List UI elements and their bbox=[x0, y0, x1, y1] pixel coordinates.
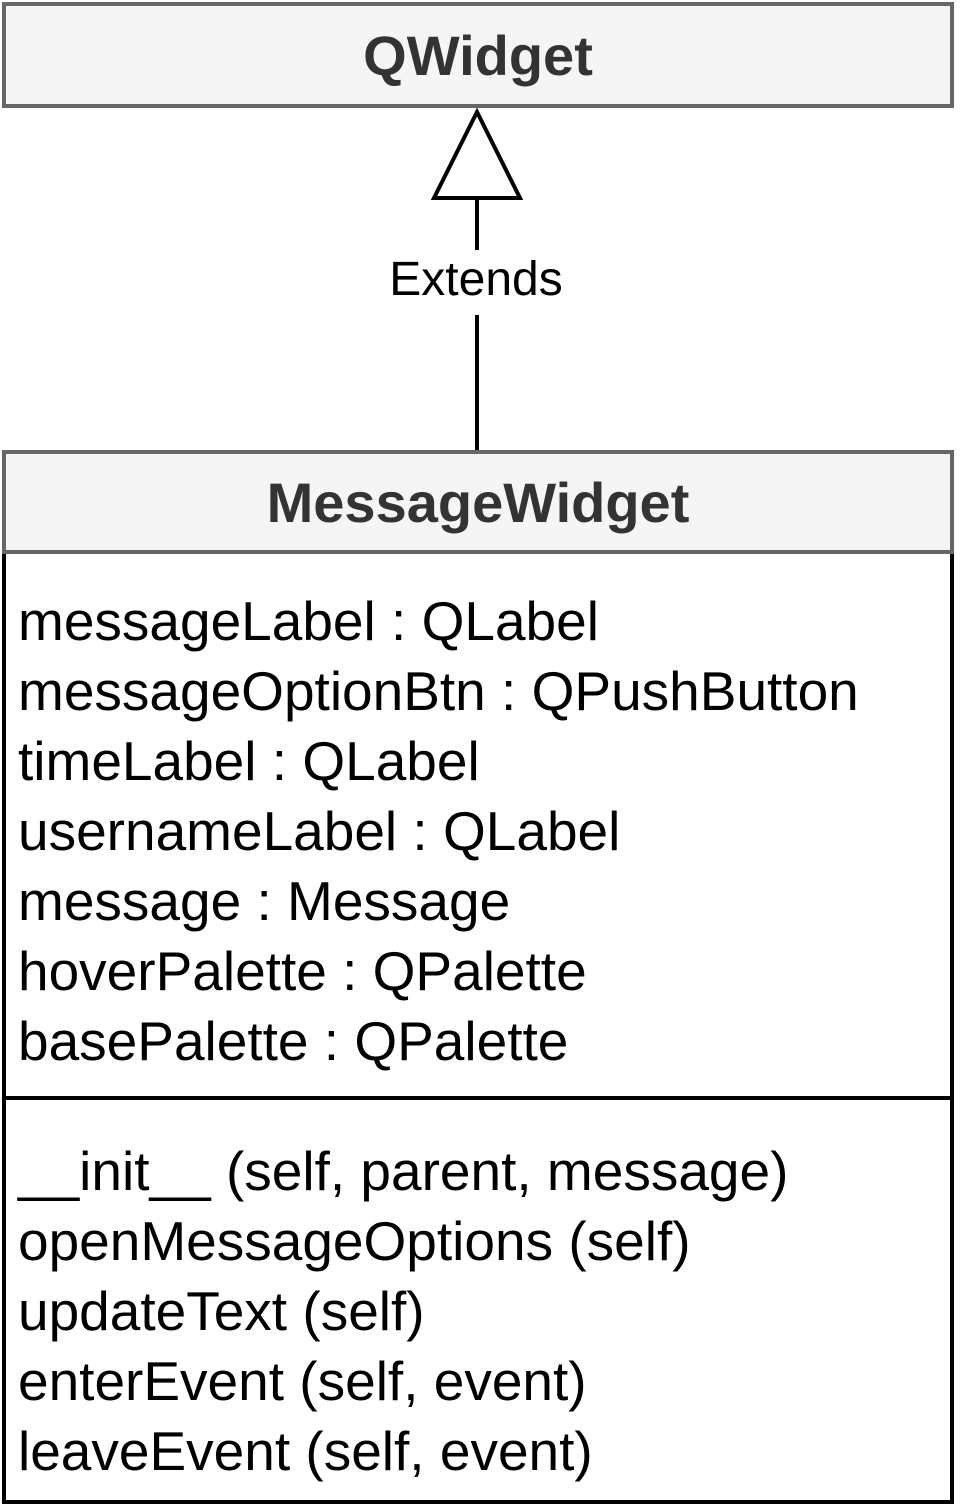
method-row: openMessageOptions (self) bbox=[18, 1210, 691, 1272]
attribute-row: messageOptionBtn : QPushButton bbox=[18, 660, 859, 722]
method-row: __init__ (self, parent, message) bbox=[18, 1140, 789, 1202]
parent-class-name: QWidget bbox=[2, 2, 954, 108]
child-class-name: MessageWidget bbox=[2, 450, 954, 554]
methods-section: __init__ (self, parent, message) openMes… bbox=[6, 1100, 950, 1486]
attribute-row: basePalette : QPalette bbox=[18, 1010, 569, 1072]
inheritance-arrowhead-icon bbox=[430, 107, 524, 200]
attribute-row: hoverPalette : QPalette bbox=[18, 940, 587, 1002]
attribute-row: usernameLabel : QLabel bbox=[18, 800, 621, 862]
attribute-row: message : Message bbox=[18, 870, 511, 932]
method-row: updateText (self) bbox=[18, 1280, 425, 1342]
attributes-section: messageLabel : QLabel messageOptionBtn :… bbox=[6, 550, 950, 1100]
child-class-box[interactable]: MessageWidget messageLabel : QLabel mess… bbox=[2, 450, 954, 1504]
attribute-row: messageLabel : QLabel bbox=[18, 590, 599, 652]
relationship-label: Extends bbox=[376, 250, 576, 310]
method-row: leaveEvent (self, event) bbox=[18, 1420, 593, 1482]
parent-class-box[interactable]: QWidget bbox=[2, 2, 954, 108]
attribute-row: timeLabel : QLabel bbox=[18, 730, 480, 792]
method-row: enterEvent (self, event) bbox=[18, 1350, 587, 1412]
